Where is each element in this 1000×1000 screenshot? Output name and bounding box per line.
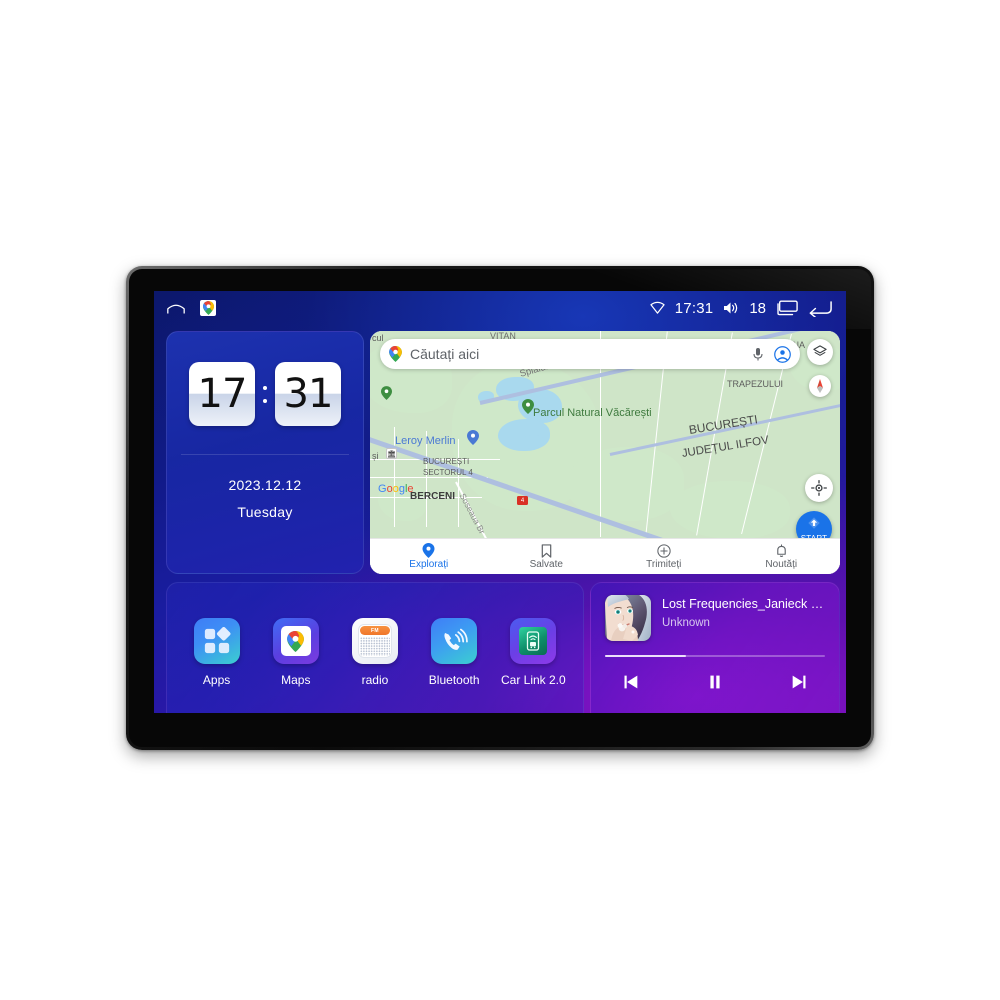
map-nav-salvate[interactable]: Salvate [488,539,606,574]
app-item-car-link-2-0[interactable]: Car Link 2.0 [496,618,570,687]
car-link-icon[interactable] [510,618,557,664]
status-bar-clock: 17:31 [674,299,714,317]
map-label: Leroy Merlin [395,435,456,447]
music-player-widget[interactable]: Lost Frequencies_Janieck Devy-... Unknow… [590,582,840,713]
app-item-apps[interactable]: Apps [180,618,254,687]
device-bezel: 17:31 18 17 31 2023.12.12 Tuesday 4 🏛 Go… [129,269,871,747]
app-dock: Apps Maps FM radio Bluetooth Car Link 2.0 [166,582,584,713]
google-attribution: Google [378,483,414,495]
app-item-maps[interactable]: Maps [259,618,333,687]
skip-next-icon[interactable] [789,671,811,693]
explore-pin-icon [422,543,435,558]
clock-widget[interactable]: 17 31 2023.12.12 Tuesday [166,331,364,574]
map-label: SECTORUL 4 [423,468,473,477]
map-poi-pin-store[interactable] [467,430,479,445]
phone-call-icon[interactable] [431,618,478,664]
app-label: Maps [281,673,311,687]
app-item-radio[interactable]: FM radio [338,618,412,687]
maps-widget[interactable]: 4 🏛 Google TRAPEZULUI Parcul Natural Văc… [370,331,840,574]
map-label: cul [372,333,384,343]
app-item-bluetooth[interactable]: Bluetooth [417,618,491,687]
recents-icon[interactable] [776,300,798,316]
map-label: Parcul Natural Văcărești [533,407,652,419]
bookmark-icon [540,543,553,558]
map-nav-trimiteți[interactable]: Trimiteți [605,539,723,574]
flip-clock: 17 31 [167,332,363,426]
status-bar-left [166,300,216,316]
clock-colon [259,385,271,403]
volume-level: 18 [749,299,766,317]
music-progress-bar[interactable] [605,655,825,657]
compass-icon[interactable] [809,375,831,397]
device-frame: 17:31 18 17 31 2023.12.12 Tuesday 4 🏛 Go… [126,266,874,750]
clock-hours: 17 [189,362,255,426]
map-green-area [670,481,790,539]
map-nav-explorați[interactable]: Explorați [370,539,488,574]
skip-previous-icon[interactable] [619,671,641,693]
map-label: și [372,451,379,461]
google-maps-pin-icon [389,346,402,362]
map-label: BERCENI [410,491,456,502]
map-nav-label: Noutăți [765,558,798,570]
navigation-arrow-icon [807,516,821,535]
music-track-title: Lost Frequencies_Janieck Devy-... [662,597,825,611]
music-track-artist: Unknown [662,617,710,629]
music-track-info: Lost Frequencies_Janieck Devy-... Unknow… [605,595,825,641]
status-bar: 17:31 18 [154,291,846,325]
google-maps-icon[interactable] [272,618,319,664]
clock-weekday: Tuesday [237,504,293,520]
map-label: TRAPEZULUI [727,379,784,389]
map-nav-label: Salvate [529,558,563,570]
map-highway-shield: 4 [517,496,528,505]
apps-grid-icon[interactable] [193,618,240,664]
google-maps-icon[interactable] [200,300,216,316]
status-bar-right: 17:31 18 [650,300,832,317]
wifi-icon [650,301,665,315]
contribute-plus-icon [657,543,671,558]
map-poi-badge[interactable]: 🏛 [386,448,397,459]
map-nav-label: Trimiteți [646,558,682,570]
map-bottom-nav: Explorați Salvate Trimiteți Noutăți [370,538,840,574]
back-icon[interactable] [808,300,832,317]
clock-divider [181,454,349,455]
map-nav-label: Explorați [409,559,449,570]
map-label: BUCUREȘTI [423,457,470,466]
fm-radio-icon[interactable]: FM [351,618,398,664]
account-avatar-icon[interactable] [774,345,791,363]
map-search-input[interactable]: Căutați aici [410,346,752,362]
music-progress-fill [605,655,687,657]
app-label: Bluetooth [428,673,480,687]
home-icon[interactable] [166,300,186,316]
pause-icon[interactable] [704,671,726,693]
clock-minutes: 31 [275,362,341,426]
music-meta: Lost Frequencies_Janieck Devy-... Unknow… [662,595,825,629]
map-poi-pin-generic[interactable] [381,386,392,400]
map-search-bar[interactable]: Căutați aici [380,339,800,369]
app-label: Car Link 2.0 [500,673,566,687]
map-nav-noutăți[interactable]: Noutăți [723,539,841,574]
microphone-icon[interactable] [752,347,764,362]
bell-icon [775,543,788,558]
app-label: radio [361,673,389,687]
app-label: Apps [202,673,231,687]
clock-date: 2023.12.12 [228,477,302,493]
map-layers-icon[interactable] [807,339,833,365]
screen: 17:31 18 17 31 2023.12.12 Tuesday 4 🏛 Go… [154,291,846,713]
album-art [605,595,651,641]
music-controls [605,671,825,693]
my-location-icon[interactable] [805,474,833,502]
volume-icon[interactable] [723,301,739,315]
